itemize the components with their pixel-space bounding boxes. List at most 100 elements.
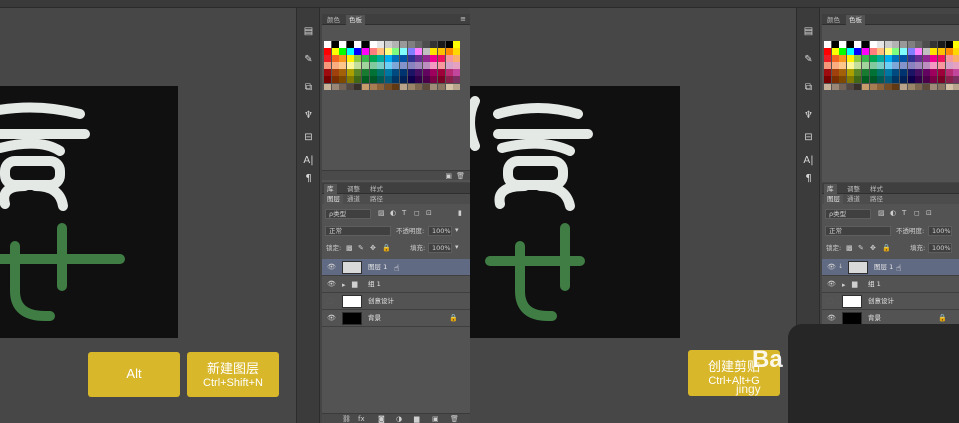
swatch[interactable] bbox=[839, 55, 847, 62]
swatch[interactable] bbox=[361, 55, 369, 62]
swatch[interactable] bbox=[430, 69, 438, 76]
swatch[interactable] bbox=[453, 76, 461, 83]
swatch[interactable] bbox=[907, 48, 915, 55]
swatch[interactable] bbox=[384, 62, 392, 69]
lock-transparent-icon[interactable]: ▩ bbox=[846, 244, 853, 252]
swatch[interactable] bbox=[384, 48, 392, 55]
swatch[interactable] bbox=[354, 41, 362, 48]
delete-layer-icon[interactable]: 🗑 bbox=[450, 415, 459, 423]
lock-transparent-icon[interactable]: ▩ bbox=[346, 244, 353, 252]
swatch[interactable] bbox=[384, 55, 392, 62]
swatch[interactable] bbox=[899, 76, 907, 83]
swatch[interactable] bbox=[846, 41, 854, 48]
swatch[interactable] bbox=[407, 55, 415, 62]
swatch[interactable] bbox=[331, 76, 339, 83]
swatch[interactable] bbox=[324, 62, 331, 69]
swatch[interactable] bbox=[930, 55, 938, 62]
swatch[interactable] bbox=[953, 62, 959, 69]
swatch[interactable] bbox=[899, 48, 907, 55]
swatch[interactable] bbox=[899, 41, 907, 48]
opacity-dropdown-icon[interactable]: ▾ bbox=[455, 226, 459, 234]
swatch[interactable] bbox=[892, 76, 900, 83]
type-filter-icon[interactable]: T bbox=[402, 209, 406, 217]
swatch[interactable] bbox=[369, 41, 377, 48]
swatch[interactable] bbox=[953, 76, 959, 83]
swatch[interactable] bbox=[445, 76, 453, 83]
swatch[interactable] bbox=[922, 76, 930, 83]
swatch[interactable] bbox=[377, 83, 385, 91]
swatch[interactable] bbox=[445, 83, 453, 91]
smart-object-filter-icon[interactable]: ⊡ bbox=[926, 209, 932, 217]
clone-source-icon[interactable]: ⧉ bbox=[300, 80, 317, 96]
swatch[interactable] bbox=[324, 41, 331, 48]
swatch[interactable] bbox=[877, 41, 885, 48]
swatch[interactable] bbox=[861, 62, 869, 69]
swatch[interactable] bbox=[824, 83, 831, 91]
swatch[interactable] bbox=[945, 69, 953, 76]
swatch[interactable] bbox=[899, 62, 907, 69]
swatch[interactable] bbox=[854, 55, 862, 62]
swatch[interactable] bbox=[437, 69, 445, 76]
layer-row[interactable]: 👁 ▸ ▆ 组 1 bbox=[822, 276, 959, 293]
swatch[interactable] bbox=[877, 48, 885, 55]
swatch[interactable] bbox=[324, 69, 331, 76]
swatch[interactable] bbox=[824, 48, 831, 55]
brush-preset-icon[interactable]: ✎ bbox=[300, 52, 317, 68]
swatch[interactable] bbox=[922, 48, 930, 55]
swatch[interactable] bbox=[907, 62, 915, 69]
swatch[interactable] bbox=[892, 69, 900, 76]
adjustment-layer-icon[interactable]: ◑ bbox=[396, 415, 402, 423]
delete-icon[interactable]: 🗑 bbox=[456, 172, 465, 180]
swatch[interactable] bbox=[899, 69, 907, 76]
swatch[interactable] bbox=[915, 83, 923, 91]
new-swatch-icon[interactable]: ▣ bbox=[445, 172, 452, 180]
swatch[interactable] bbox=[324, 83, 331, 91]
swatch[interactable] bbox=[945, 41, 953, 48]
swatch[interactable] bbox=[445, 48, 453, 55]
link-icon[interactable]: ⛓ bbox=[342, 415, 351, 423]
swatch[interactable] bbox=[915, 48, 923, 55]
swatch[interactable] bbox=[415, 48, 423, 55]
swatch[interactable] bbox=[369, 83, 377, 91]
swatch[interactable] bbox=[392, 69, 400, 76]
swatch[interactable] bbox=[437, 48, 445, 55]
tab-layers[interactable]: 图层 bbox=[824, 194, 843, 204]
swatch[interactable] bbox=[899, 83, 907, 91]
swatch[interactable] bbox=[377, 55, 385, 62]
visibility-eye-icon[interactable]: 👁 bbox=[827, 280, 836, 288]
brush-preset-icon[interactable]: ✎ bbox=[800, 52, 817, 68]
swatch[interactable] bbox=[437, 62, 445, 69]
document-canvas[interactable] bbox=[0, 86, 178, 338]
swatch[interactable] bbox=[846, 83, 854, 91]
swatch[interactable] bbox=[430, 83, 438, 91]
paragraph-icon[interactable]: ¶ bbox=[300, 171, 317, 187]
swatch[interactable] bbox=[377, 69, 385, 76]
swatch[interactable] bbox=[377, 41, 385, 48]
swatch[interactable] bbox=[377, 48, 385, 55]
lock-pixels-icon[interactable]: ✎ bbox=[858, 244, 864, 252]
swatch[interactable] bbox=[953, 69, 959, 76]
history-icon[interactable]: ▤ bbox=[300, 24, 317, 40]
swatch[interactable] bbox=[922, 83, 930, 91]
swatch[interactable] bbox=[430, 55, 438, 62]
swatch[interactable] bbox=[445, 62, 453, 69]
swatch[interactable] bbox=[422, 83, 430, 91]
pixel-filter-icon[interactable]: ▨ bbox=[378, 209, 385, 217]
opacity-input[interactable]: 100% bbox=[928, 226, 952, 236]
tool-presets-icon[interactable]: ♆ bbox=[800, 108, 817, 124]
swatch[interactable] bbox=[884, 55, 892, 62]
swatch[interactable] bbox=[861, 69, 869, 76]
swatch[interactable] bbox=[884, 41, 892, 48]
layer-row[interactable]: ▢ 创意设计 bbox=[322, 293, 470, 310]
swatch[interactable] bbox=[877, 69, 885, 76]
swatch[interactable] bbox=[415, 62, 423, 69]
swatch[interactable] bbox=[369, 76, 377, 83]
swatch[interactable] bbox=[892, 62, 900, 69]
swatch[interactable] bbox=[922, 62, 930, 69]
swatch-grid[interactable] bbox=[824, 41, 959, 91]
swatch[interactable] bbox=[907, 55, 915, 62]
filter-kind-dropdown[interactable]: ρ类型 bbox=[325, 209, 371, 219]
swatch[interactable] bbox=[945, 62, 953, 69]
swatch[interactable] bbox=[384, 41, 392, 48]
swatch[interactable] bbox=[831, 76, 839, 83]
